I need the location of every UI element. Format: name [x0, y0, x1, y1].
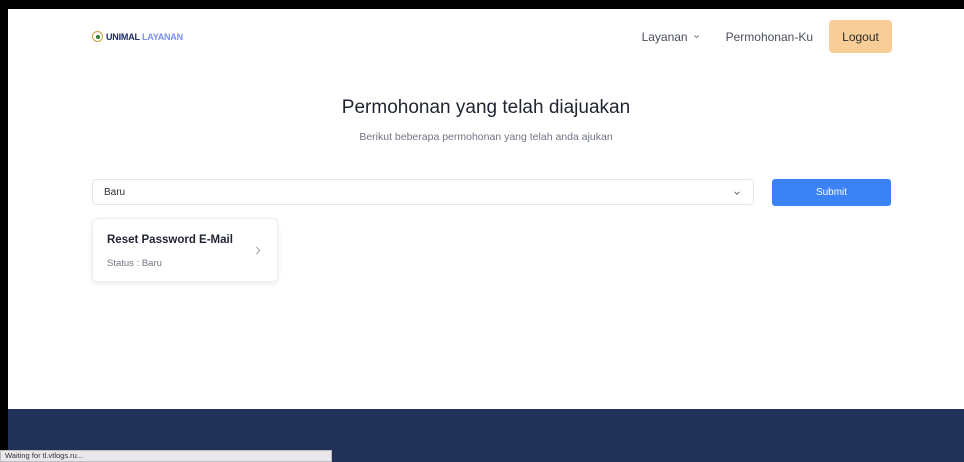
chevron-down-icon	[734, 191, 740, 195]
browser-status-bar: Waiting for tl.vtlogs.ru...	[0, 450, 332, 462]
nav-layanan-dropdown[interactable]: Layanan	[642, 30, 700, 44]
page-title: Permohonan yang telah diajuakan	[341, 97, 631, 118]
logout-button[interactable]: Logout	[829, 20, 892, 53]
nav-permohonan-link[interactable]: Permohonan-Ku	[726, 30, 813, 44]
logo-text: UNIMAL LAYANAN	[106, 32, 183, 42]
nav-layanan-label: Layanan	[641, 29, 688, 44]
logo-emblem-icon	[92, 31, 103, 42]
logo[interactable]: UNIMAL LAYANAN	[92, 31, 183, 42]
page-frame: UNIMAL LAYANAN Layanan Permohonan-Ku Log…	[8, 9, 964, 462]
status-filter-select[interactable]: Baru	[92, 179, 754, 205]
chevron-right-icon	[255, 246, 261, 255]
request-card[interactable]: Reset Password E-Mail Status : Baru	[92, 218, 278, 282]
status-filter-value: Baru	[104, 187, 126, 198]
request-title: Reset Password E-Mail	[107, 234, 233, 246]
logo-text-primary: UNIMAL	[106, 31, 140, 42]
logo-text-secondary: LAYANAN	[141, 31, 183, 42]
nav-permohonan-label: Permohonan-Ku	[725, 29, 813, 44]
chevron-down-icon	[693, 35, 699, 39]
page-subtitle: Berikut beberapa permohonan yang telah a…	[359, 131, 613, 143]
request-status: Status : Baru	[107, 258, 162, 269]
submit-button[interactable]: Submit	[772, 179, 891, 206]
top-nav: Layanan Permohonan-Ku Logout	[642, 20, 892, 53]
header: UNIMAL LAYANAN Layanan Permohonan-Ku Log…	[8, 9, 964, 67]
